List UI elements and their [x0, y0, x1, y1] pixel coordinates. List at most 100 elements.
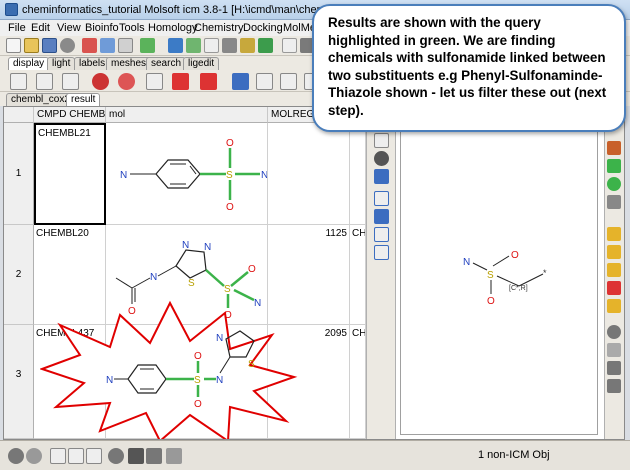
callout-text: Results are shown with the query highlig… [328, 15, 607, 118]
rotate-icon[interactable] [607, 361, 621, 375]
tool-icon[interactable] [140, 38, 155, 53]
tab-search[interactable]: search [146, 57, 187, 70]
rgroup-label: [C*,R] [509, 285, 528, 292]
atom-label: N [463, 257, 470, 268]
bond-single-icon[interactable] [607, 227, 621, 241]
menu-homology[interactable]: Homology [148, 22, 198, 34]
atom-label: N [150, 272, 157, 283]
column-header-mol[interactable]: mol [106, 107, 268, 123]
camera-icon[interactable] [128, 448, 144, 464]
atom-icon[interactable] [607, 195, 621, 209]
column-header-id[interactable]: CMPD CHEMBLID [34, 107, 106, 123]
edit-icon[interactable] [374, 133, 389, 148]
highlight-starburst: N S O O N N S [40, 300, 298, 439]
molecule-cell[interactable]: N S O O N [106, 123, 268, 225]
cpk-style-icon[interactable] [92, 73, 109, 90]
tab-chembl-cox2[interactable]: chembl_cox2 [6, 93, 75, 106]
mol-tool-icon[interactable] [607, 141, 621, 155]
workspace-icon[interactable] [50, 448, 66, 464]
menu-chemistry[interactable]: Chemistry [194, 22, 244, 34]
corner-header [4, 107, 34, 123]
save-icon[interactable] [42, 38, 57, 53]
stick-style-icon[interactable] [36, 73, 53, 90]
record-icon[interactable] [26, 448, 42, 464]
viewer-side-toolbar [604, 107, 624, 439]
chem-tool-icon[interactable] [240, 38, 255, 53]
sort-icon[interactable] [374, 169, 389, 184]
print-icon[interactable] [166, 448, 182, 464]
status-bar: 1 non-ICM Obj [0, 440, 630, 470]
residue-label-icon[interactable] [280, 73, 297, 90]
atom-label: S [248, 359, 255, 370]
menu-file[interactable]: File [8, 22, 26, 34]
chain-icon[interactable] [607, 299, 621, 313]
zoom-icon[interactable] [607, 343, 621, 357]
tab-light[interactable]: light [47, 57, 76, 70]
bond-double-icon[interactable] [607, 245, 621, 259]
tab-labels[interactable]: labels [74, 57, 111, 70]
atom-label: O [194, 351, 202, 362]
row-number[interactable]: 2 [4, 225, 34, 325]
surface-style-icon[interactable] [118, 73, 135, 90]
menu-bioinfo[interactable]: Bioinfo [85, 22, 119, 34]
molecule-tool-icon[interactable] [168, 38, 183, 53]
dock-tool-icon[interactable] [258, 38, 273, 53]
menu-tools[interactable]: Tools [119, 22, 145, 34]
select-icon[interactable] [607, 159, 621, 173]
table-cell-extra[interactable]: CHEI [350, 325, 366, 439]
new-file-icon[interactable] [6, 38, 21, 53]
status-text: 1 non-ICM Obj [478, 449, 550, 461]
copy-icon[interactable] [100, 38, 115, 53]
menu-view[interactable]: View [57, 22, 81, 34]
atom-label: S [194, 375, 201, 386]
lasso-icon[interactable] [607, 325, 621, 339]
structure-tool-icon[interactable] [222, 38, 237, 53]
tab-display[interactable]: display [8, 57, 50, 70]
table-cell-molregno[interactable] [268, 123, 350, 225]
menu-edit[interactable]: Edit [31, 22, 50, 34]
grid-tool-icon[interactable] [186, 38, 201, 53]
table-cell-extra[interactable]: CHEI [350, 225, 366, 325]
row-number[interactable]: 3 [4, 325, 34, 439]
cut-icon[interactable] [82, 38, 97, 53]
table-icon[interactable] [86, 448, 102, 464]
window-icon[interactable] [68, 448, 84, 464]
pdb-icon[interactable] [282, 38, 297, 53]
ball-style-icon[interactable] [62, 73, 79, 90]
refresh-icon[interactable] [607, 177, 621, 191]
atom-label: O [487, 296, 495, 307]
color-style-icon[interactable] [172, 73, 189, 90]
row-number[interactable]: 1 [4, 123, 34, 225]
atom-label: N [261, 170, 268, 181]
movie-icon[interactable] [146, 448, 162, 464]
open-folder-icon[interactable] [24, 38, 39, 53]
table-cell-id[interactable]: CHEMBL21 [34, 123, 106, 225]
table-view-icon[interactable] [374, 191, 389, 206]
wire-style-icon[interactable] [10, 73, 27, 90]
hand-icon[interactable] [607, 379, 621, 393]
grid-view-icon[interactable] [232, 73, 249, 90]
settings-icon[interactable] [60, 38, 75, 53]
query-viewer[interactable]: N S O O [C*,R] * [396, 107, 604, 439]
residue-tool-icon[interactable] [204, 38, 219, 53]
atom-label-icon[interactable] [256, 73, 273, 90]
ribbon-style-icon[interactable] [146, 73, 163, 90]
binoculars-icon[interactable] [374, 151, 389, 166]
plot-icon[interactable] [374, 245, 389, 260]
erase-icon[interactable] [607, 281, 621, 295]
grid-icon[interactable] [374, 227, 389, 242]
skin-style-icon[interactable] [200, 73, 217, 90]
settings-gear-icon[interactable] [108, 448, 124, 464]
atom-label: N [216, 375, 223, 386]
tab-meshes[interactable]: meshes [106, 57, 152, 70]
columns-icon[interactable] [374, 209, 389, 224]
star-label: * [543, 268, 547, 278]
tab-ligedit[interactable]: ligedit [183, 57, 220, 70]
bond-triple-icon[interactable] [607, 263, 621, 277]
tab-result[interactable]: result [66, 93, 101, 106]
table-cell-extra[interactable] [350, 123, 366, 225]
stop-icon[interactable] [8, 448, 24, 464]
results-table: CMPD CHEMBLID mol MOLREGNO 1 CHEMBL21 N … [4, 107, 366, 439]
menu-docking[interactable]: Docking [243, 22, 283, 34]
paste-icon[interactable] [118, 38, 133, 53]
